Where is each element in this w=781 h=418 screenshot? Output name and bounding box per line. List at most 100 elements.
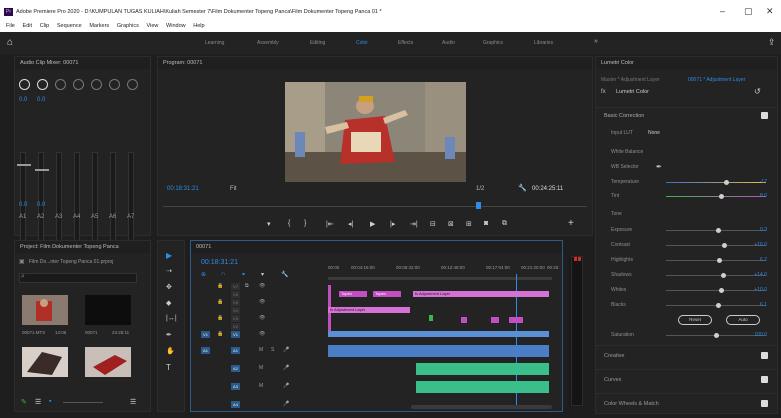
saturation-slider[interactable]	[666, 333, 766, 338]
wrench-icon[interactable]: 🔧	[281, 271, 288, 278]
add-marker-icon[interactable]: ▾	[267, 220, 271, 228]
track-label-a3[interactable]: A3	[231, 383, 240, 390]
more-workspaces-icon[interactable]: »	[594, 38, 598, 45]
slider-thumb[interactable]	[719, 288, 724, 293]
snap-icon[interactable]: ∩	[221, 271, 225, 277]
video-clip[interactable]	[491, 317, 499, 323]
workspace-learning[interactable]: Learning	[205, 40, 224, 46]
lock-icon[interactable]: 🔒	[217, 299, 223, 305]
monitor-scrub-bar[interactable]	[163, 206, 587, 207]
auto-button[interactable]: Auto	[726, 315, 760, 325]
mark-in-icon[interactable]: {	[288, 220, 290, 227]
reset-button[interactable]: Reset	[678, 315, 712, 325]
param-value[interactable]: 8.0	[760, 193, 767, 199]
timeline-ruler[interactable]	[328, 277, 552, 280]
nest-icon[interactable]: ⊕	[201, 271, 206, 278]
eye-icon[interactable]: 👁	[259, 283, 265, 289]
eye-icon[interactable]: 👁	[259, 331, 265, 337]
pan-knob[interactable]	[91, 79, 102, 90]
basic-correction-checkbox[interactable]	[761, 112, 768, 119]
insert-icon[interactable]: ⊟	[430, 220, 436, 228]
slider-thumb[interactable]	[719, 194, 724, 199]
a2-audio-clip[interactable]	[416, 363, 549, 375]
color-wheels-section[interactable]: Color Wheels & Match	[596, 393, 777, 412]
timeline-scrollbar[interactable]	[411, 405, 552, 409]
mute-icon[interactable]: M	[259, 365, 263, 371]
timeline-timecode[interactable]: 00:18:31:21	[201, 259, 238, 266]
menu-sequence[interactable]: Sequence	[57, 21, 82, 32]
voiceover-mic-icon[interactable]: 🎤	[283, 347, 289, 353]
lumetri-source[interactable]: Master * Adjustment Layer	[601, 77, 660, 83]
lift-icon[interactable]: ⊠	[448, 220, 454, 228]
eye-icon[interactable]: 👁	[259, 299, 265, 305]
workspace-color[interactable]: Color	[356, 40, 368, 46]
video-clip[interactable]	[509, 317, 523, 323]
track-label-v5[interactable]: V5	[231, 299, 240, 306]
shadows-slider[interactable]	[666, 273, 766, 278]
slip-tool-icon[interactable]: |↔|	[166, 315, 177, 322]
menu-graphics[interactable]: Graphics	[117, 21, 139, 32]
v1-main-clip[interactable]	[328, 331, 549, 337]
track-label-a4[interactable]: A4	[231, 401, 240, 408]
workspace-libraries[interactable]: Libraries	[534, 40, 553, 46]
curves-checkbox[interactable]	[761, 376, 768, 383]
add-marker-icon[interactable]: ▾	[261, 271, 264, 278]
slider-thumb[interactable]	[722, 243, 727, 248]
track-label-a2[interactable]: A2	[231, 365, 240, 372]
ripple-edit-icon[interactable]: ✥	[166, 283, 172, 291]
thumbnail-clip[interactable]	[22, 347, 68, 377]
track-label-v2[interactable]: V2	[231, 323, 240, 330]
mark-out-icon[interactable]: }	[304, 220, 306, 227]
workspace-graphics[interactable]: Graphics	[483, 40, 503, 46]
fader-track[interactable]	[110, 152, 116, 252]
step-back-icon[interactable]: ◂|	[348, 220, 353, 228]
menu-help[interactable]: Help	[193, 21, 204, 32]
extract-icon[interactable]: ⊞	[466, 220, 472, 228]
source-patch-a1[interactable]: A1	[201, 347, 210, 354]
pencil-icon[interactable]: ✎	[21, 398, 27, 406]
thumbnail-sequence[interactable]	[85, 295, 131, 325]
export-frame-icon[interactable]: ◙	[484, 220, 488, 227]
topeng-clip[interactable]: Topen	[339, 291, 367, 297]
list-view-icon[interactable]: ☰	[35, 398, 41, 406]
close-button[interactable]: ✕	[766, 6, 774, 17]
a3-audio-clip[interactable]	[416, 381, 549, 393]
fader-track[interactable]	[56, 152, 62, 252]
fader-handle[interactable]	[35, 169, 49, 171]
track-label-v3[interactable]: V3	[231, 315, 240, 322]
track-select-icon[interactable]: ⇢	[166, 267, 172, 275]
menu-view[interactable]: View	[147, 21, 159, 32]
white-balance-header[interactable]: White Balance	[611, 149, 643, 155]
param-value[interactable]: +16.0	[754, 242, 767, 248]
fit-dropdown[interactable]: Fit	[230, 186, 237, 192]
param-value[interactable]: -17	[760, 179, 767, 185]
pan-knob[interactable]	[37, 79, 48, 90]
menu-markers[interactable]: Markers	[89, 21, 109, 32]
pan-knob[interactable]	[19, 79, 30, 90]
icon-view-icon[interactable]: ▪	[49, 398, 51, 405]
monitor-playhead[interactable]	[476, 202, 481, 209]
slider-thumb[interactable]	[716, 303, 721, 308]
param-value[interactable]: 6.2	[760, 257, 767, 263]
video-clip[interactable]	[429, 315, 433, 321]
workspace-audio[interactable]: Audio	[442, 40, 455, 46]
curves-section[interactable]: Curves	[596, 369, 777, 388]
panel-menu-icon[interactable]: ☰	[130, 398, 136, 406]
selection-tool-icon[interactable]: ▶	[166, 251, 172, 260]
param-value[interactable]: 100.0	[754, 332, 767, 338]
video-clip[interactable]	[461, 317, 467, 323]
linked-selection-icon[interactable]: ⚭	[241, 271, 246, 278]
source-patch-v1[interactable]: V1	[201, 331, 210, 338]
go-to-in-icon[interactable]: |⇤	[326, 220, 334, 228]
play-icon[interactable]: ▶	[370, 220, 375, 228]
color-wheels-checkbox[interactable]	[761, 400, 768, 407]
track-label-v7[interactable]: V7	[231, 283, 240, 290]
lock-icon[interactable]: 🔒	[217, 315, 223, 321]
fader-track[interactable]	[92, 152, 98, 252]
comparison-view-icon[interactable]: ⧉	[502, 220, 507, 228]
a1-audio-clip[interactable]	[328, 345, 549, 357]
lock-icon[interactable]: 🔒	[217, 283, 223, 289]
menu-edit[interactable]: Edit	[23, 21, 32, 32]
lock-icon[interactable]: 🔒	[217, 331, 223, 337]
resolution-dropdown[interactable]: 1/2	[476, 186, 484, 192]
